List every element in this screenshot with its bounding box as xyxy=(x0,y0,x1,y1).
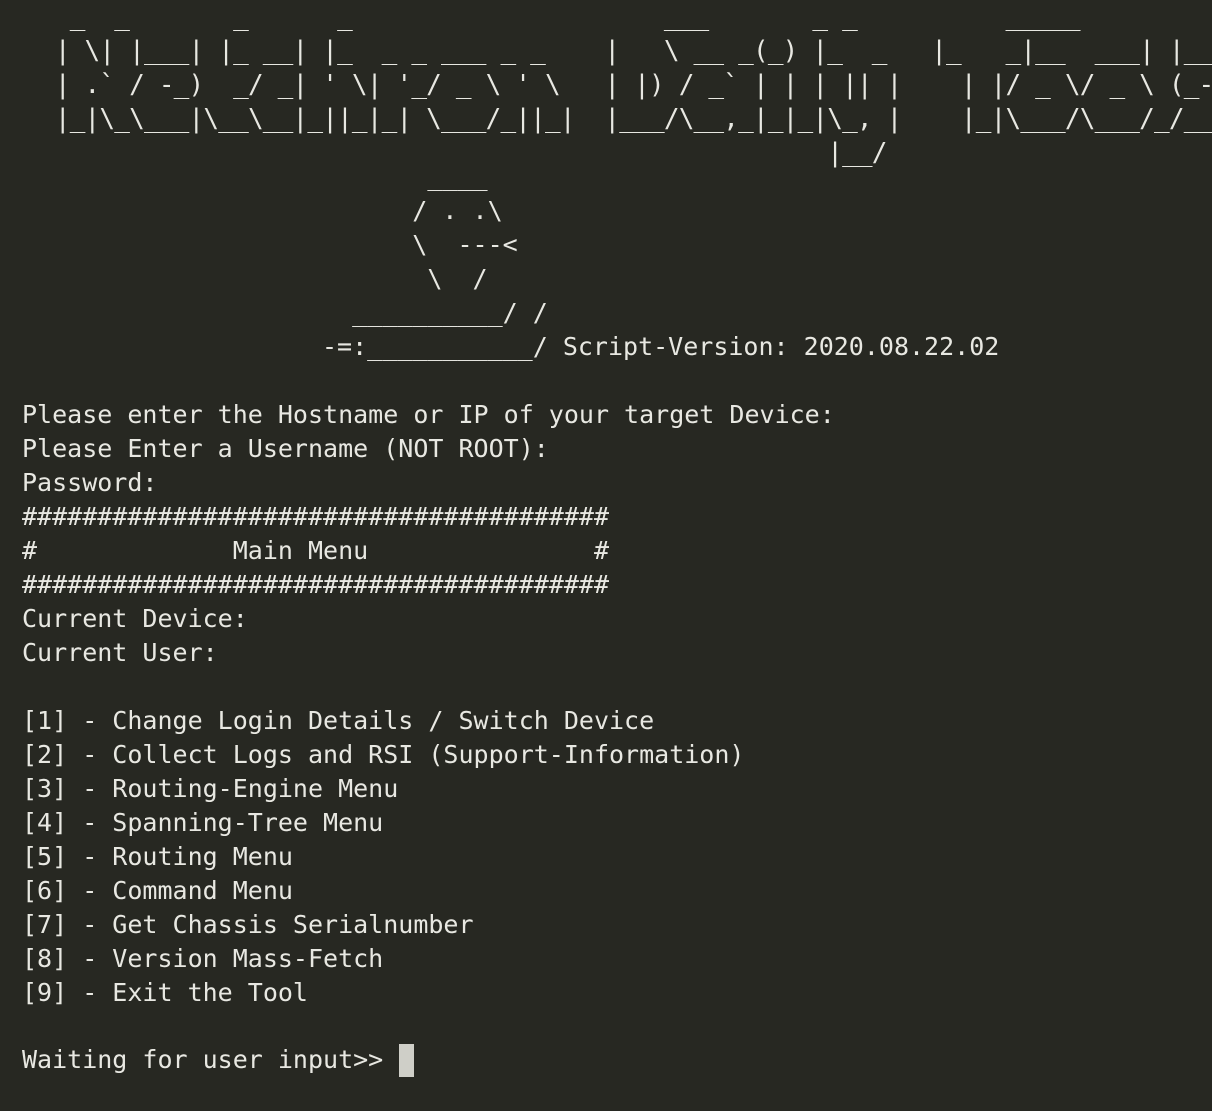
logo-line-5: __________/ / xyxy=(322,298,548,327)
text-cursor[interactable] xyxy=(399,1043,415,1077)
hostname-prompt: Please enter the Hostname or IP of your … xyxy=(22,400,835,429)
menu-item-routing[interactable]: [5] - Routing Menu xyxy=(22,840,293,874)
menu-item-spanning-tree[interactable]: [4] - Spanning-Tree Menu xyxy=(22,806,383,840)
menu-item-collect-logs[interactable]: [2] - Collect Logs and RSI (Support-Info… xyxy=(22,738,744,772)
current-device-label: Current Device: xyxy=(22,604,248,633)
banner-line-2: | \| |___| |_ __| |_ _ _ ___ _ _ | \ __ … xyxy=(40,36,1212,66)
user-input-line[interactable]: Waiting for user input>> xyxy=(22,1043,415,1077)
logo-line-2: / . .\ xyxy=(322,196,503,225)
menu-item-routing-engine[interactable]: [3] - Routing-Engine Menu xyxy=(22,772,398,806)
banner-line-1: _ _ _ _ ___ _ _ _____ _ xyxy=(40,2,1212,32)
current-user-label: Current User: xyxy=(22,638,218,667)
menu-border-top: ####################################### xyxy=(22,502,609,531)
banner-line-4: |_|\_\___|\__\__|_||_|_| \___/_||_| |___… xyxy=(40,104,1212,134)
logo-line-4: \ / xyxy=(322,264,488,293)
username-prompt: Please Enter a Username (NOT ROOT): xyxy=(22,434,549,463)
banner-line-3: | .` / -_) _/ _| ' \| '_/ _ \ ' \ | |) /… xyxy=(40,70,1212,100)
password-prompt: Password: xyxy=(22,468,158,497)
menu-item-chassis-serial[interactable]: [7] - Get Chassis Serialnumber xyxy=(22,908,474,942)
menu-border-bottom: ####################################### xyxy=(22,570,609,599)
menu-title: # Main Menu # xyxy=(22,536,609,565)
menu-item-version-fetch[interactable]: [8] - Version Mass-Fetch xyxy=(22,942,383,976)
input-prompt: Waiting for user input>> xyxy=(22,1045,384,1074)
script-version-line: -=:___________/ Script-Version: 2020.08.… xyxy=(322,332,1000,361)
terminal-window[interactable]: _ _ _ _ ___ _ _ _____ _ | \| |___| |_ __… xyxy=(0,0,1212,1111)
logo-line-1: ____ xyxy=(322,162,488,191)
menu-item-exit[interactable]: [9] - Exit the Tool xyxy=(22,976,308,1010)
logo-line-3: \ ---< xyxy=(322,230,518,259)
menu-item-change-login[interactable]: [1] - Change Login Details / Switch Devi… xyxy=(22,704,654,738)
menu-item-command[interactable]: [6] - Command Menu xyxy=(22,874,293,908)
